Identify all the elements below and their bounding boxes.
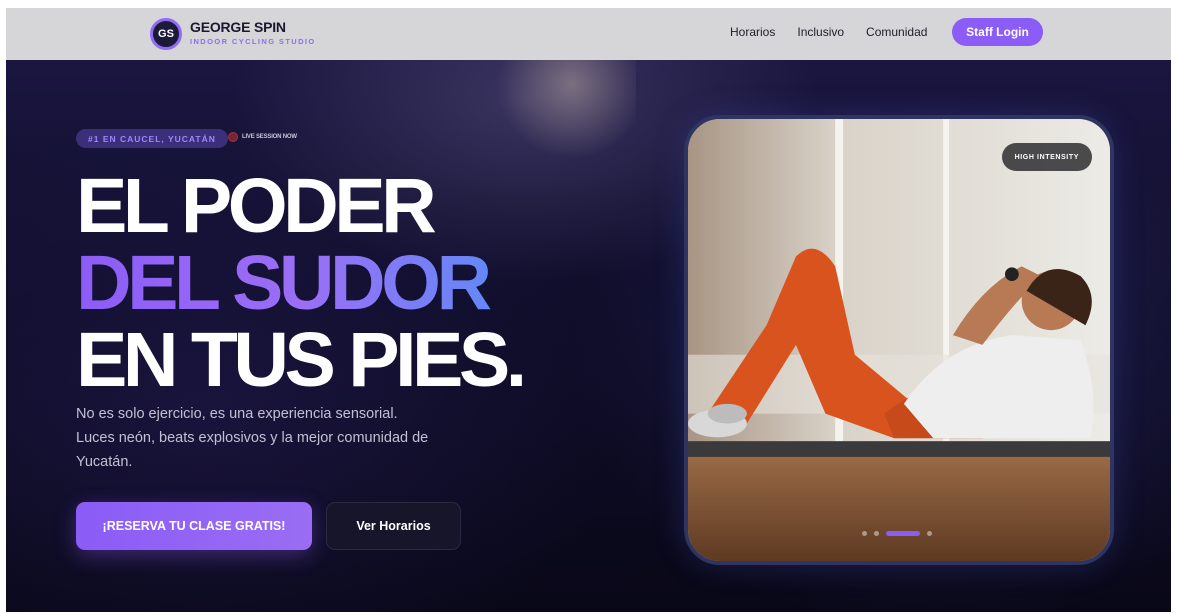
intensity-badge: HIGH INTENSITY bbox=[1001, 143, 1092, 171]
headline-line-2: DEL SUDOR bbox=[76, 245, 523, 322]
live-indicator: LIVE SESSION NOW bbox=[228, 132, 297, 142]
nav-link-inclusivo[interactable]: Inclusivo bbox=[797, 25, 844, 39]
hero-headline: EL PODER DEL SUDOR EN TUS PIES. bbox=[76, 163, 527, 403]
brand-name[interactable]: GEORGE SPIN bbox=[190, 19, 286, 35]
view-schedule-button[interactable]: Ver Horarios bbox=[326, 502, 461, 550]
logo-icon[interactable]: GS bbox=[150, 18, 182, 50]
nav-link-comunidad[interactable]: Comunidad bbox=[866, 25, 927, 39]
carousel-dots bbox=[862, 531, 932, 536]
nav-link-horarios[interactable]: Horarios bbox=[730, 25, 775, 39]
top-navbar: GS GEORGE SPIN INDOOR CYCLING STUDIO Hor… bbox=[6, 8, 1171, 60]
browser-viewport: GS GEORGE SPIN INDOOR CYCLING STUDIO Hor… bbox=[6, 8, 1171, 612]
workout-photo bbox=[688, 119, 1110, 561]
carousel-dot[interactable] bbox=[862, 531, 867, 536]
headline-line-3: EN TUS PIES. bbox=[76, 317, 527, 403]
live-dot-icon bbox=[228, 132, 238, 142]
carousel-dot[interactable] bbox=[874, 531, 879, 536]
hero-image-card: HIGH INTENSITY bbox=[684, 115, 1114, 565]
carousel-dot-active[interactable] bbox=[886, 531, 920, 536]
headline-line-1: EL PODER bbox=[76, 163, 437, 249]
brand-tagline: INDOOR CYCLING STUDIO bbox=[190, 37, 316, 46]
reserve-class-button[interactable]: ¡RESERVA TU CLASE GRATIS! bbox=[76, 502, 312, 550]
hero-description: No es solo ejercicio, es una experiencia… bbox=[76, 406, 429, 470]
carousel-dot[interactable] bbox=[927, 531, 932, 536]
location-badge: #1 EN CAUCEL, YUCATÁN bbox=[76, 129, 228, 148]
sparkle-glow bbox=[476, 60, 636, 180]
nav-links: Horarios Inclusivo Comunidad bbox=[730, 25, 927, 39]
live-label: LIVE SESSION NOW bbox=[242, 134, 297, 140]
staff-login-button[interactable]: Staff Login bbox=[952, 18, 1043, 46]
